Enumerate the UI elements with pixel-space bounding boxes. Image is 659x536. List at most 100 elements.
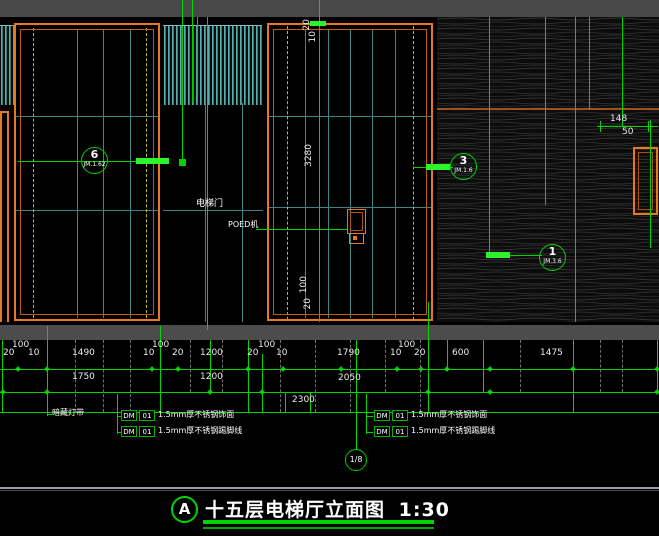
material-note: 1.5mm厚不锈钢踢脚线 [158, 427, 242, 435]
panel-joint-line [437, 108, 659, 110]
dim-label: 100 [300, 276, 309, 293]
leader-line [545, 17, 546, 205]
leader-line [650, 120, 651, 248]
dim-boundary [262, 354, 263, 413]
callout-number: 6 [82, 149, 107, 161]
dim-label: 2300 [292, 396, 315, 405]
leader-end-marker [179, 159, 186, 166]
sheet-divider-shadow [0, 490, 659, 491]
partial-frame-edge [0, 113, 2, 322]
dim-label: 50 [622, 128, 633, 137]
dim-boundary [285, 392, 286, 413]
dim-label: 1475 [540, 349, 563, 358]
callout-bubble-1: 1 JM.3.6 [539, 244, 566, 271]
leader-line [489, 17, 490, 255]
dim-label: 20 [304, 298, 313, 309]
callout-number: 1 [540, 246, 565, 258]
section-cut-bar [426, 164, 450, 170]
dim-tick [600, 121, 601, 132]
corridor-line [205, 103, 206, 322]
grille-middle [163, 25, 262, 105]
light-strip-label: 暗藏灯带 [52, 409, 84, 417]
dim-tick-bar [310, 21, 326, 26]
call-panel-label: POED机 [228, 221, 258, 229]
dim-extension-line [319, 0, 320, 322]
material-tag: 01 [392, 410, 408, 421]
floor-band [0, 325, 659, 340]
callout-bubble-3: 3 JM.1.6 [450, 153, 477, 180]
leader-line [197, 17, 198, 103]
dim-label: 3280 [305, 144, 314, 167]
dim-boundary [428, 302, 429, 413]
partial-frame-edge [7, 113, 9, 322]
call-panel-box-inner [350, 212, 363, 231]
ceiling-band [0, 0, 659, 17]
section-cut-bar [136, 158, 169, 164]
callout-code: JM.1.62 [82, 161, 107, 168]
dim-line-row2 [0, 392, 659, 393]
dim-label: 2050 [338, 374, 361, 383]
callout-number: 3 [451, 155, 476, 167]
dim-label: 148 [610, 115, 627, 124]
note-leader [366, 416, 373, 417]
callout-code: JM.1.6 [451, 167, 476, 174]
dim-label: 100 [152, 341, 169, 350]
leader-line [589, 17, 590, 110]
material-tag: DM [121, 410, 137, 421]
dim-label: 10 [276, 349, 287, 358]
title-bubble: A [171, 496, 198, 523]
leader-line [182, 0, 183, 162]
material-tag: DM [121, 426, 137, 437]
dim-label: 1490 [72, 349, 95, 358]
title-underline [203, 520, 434, 524]
dim-label: 600 [452, 349, 469, 358]
sheet-divider-line [0, 487, 659, 489]
dim-label: 1750 [72, 373, 95, 382]
dim-line-row1 [0, 369, 659, 370]
material-tag: 01 [139, 426, 155, 437]
corridor-line [242, 103, 243, 322]
material-tag: 01 [139, 410, 155, 421]
drawing-title: 十五层电梯厅立面图 1:30 [205, 495, 450, 522]
note-leader [366, 432, 373, 433]
note-leader [366, 394, 367, 434]
material-note: 1.5mm厚不锈钢踢脚线 [411, 427, 495, 435]
drawing-title-text: 十五层电梯厅立面图 [205, 499, 385, 521]
dim-label: 10 [143, 349, 154, 358]
dim-label: 20 [303, 19, 312, 30]
dim-boundary [573, 340, 574, 413]
ref-bubble: 1/8 [345, 449, 367, 471]
dim-label: 20 [3, 349, 14, 358]
elevation-drawing-canvas: 电梯门 POED机 暗藏灯带 20 10 3280 100 20 148 50 … [0, 0, 659, 536]
dim-label: 100 [258, 341, 275, 350]
dim-label: 100 [398, 341, 415, 350]
leader-line [575, 17, 576, 322]
leader-line [622, 17, 623, 127]
dim-line-row3 [0, 412, 659, 413]
material-tag: DM [374, 426, 390, 437]
dim-label: 10 [309, 31, 318, 42]
callout-leader [256, 229, 348, 230]
dim-label: 20 [414, 349, 425, 358]
callout-bubble-6: 6 JM.1.62 [81, 147, 108, 174]
door-frame-middle-inner [273, 29, 427, 315]
dim-tick [648, 121, 649, 132]
elevator-door-label: 电梯门 [196, 200, 223, 209]
section-cut-bar [486, 252, 510, 258]
material-note: 1.5mm厚不锈钢饰面 [158, 411, 234, 419]
note-leader [117, 394, 118, 434]
corridor-line [163, 210, 263, 211]
leader-line [192, 0, 193, 103]
dim-label: 20 [172, 349, 183, 358]
dim-label: 1790 [337, 349, 360, 358]
leader-line [207, 17, 208, 330]
material-tag: 01 [392, 426, 408, 437]
drawing-title-scale: 1:30 [399, 499, 450, 521]
dim-label: 10 [28, 349, 39, 358]
callout-code: JM.3.6 [540, 258, 565, 265]
material-tag: DM [374, 410, 390, 421]
dim-label: 20 [247, 349, 258, 358]
dim-label: 10 [390, 349, 401, 358]
dim-label: 1200 [200, 373, 223, 382]
call-button-dot [353, 236, 357, 240]
